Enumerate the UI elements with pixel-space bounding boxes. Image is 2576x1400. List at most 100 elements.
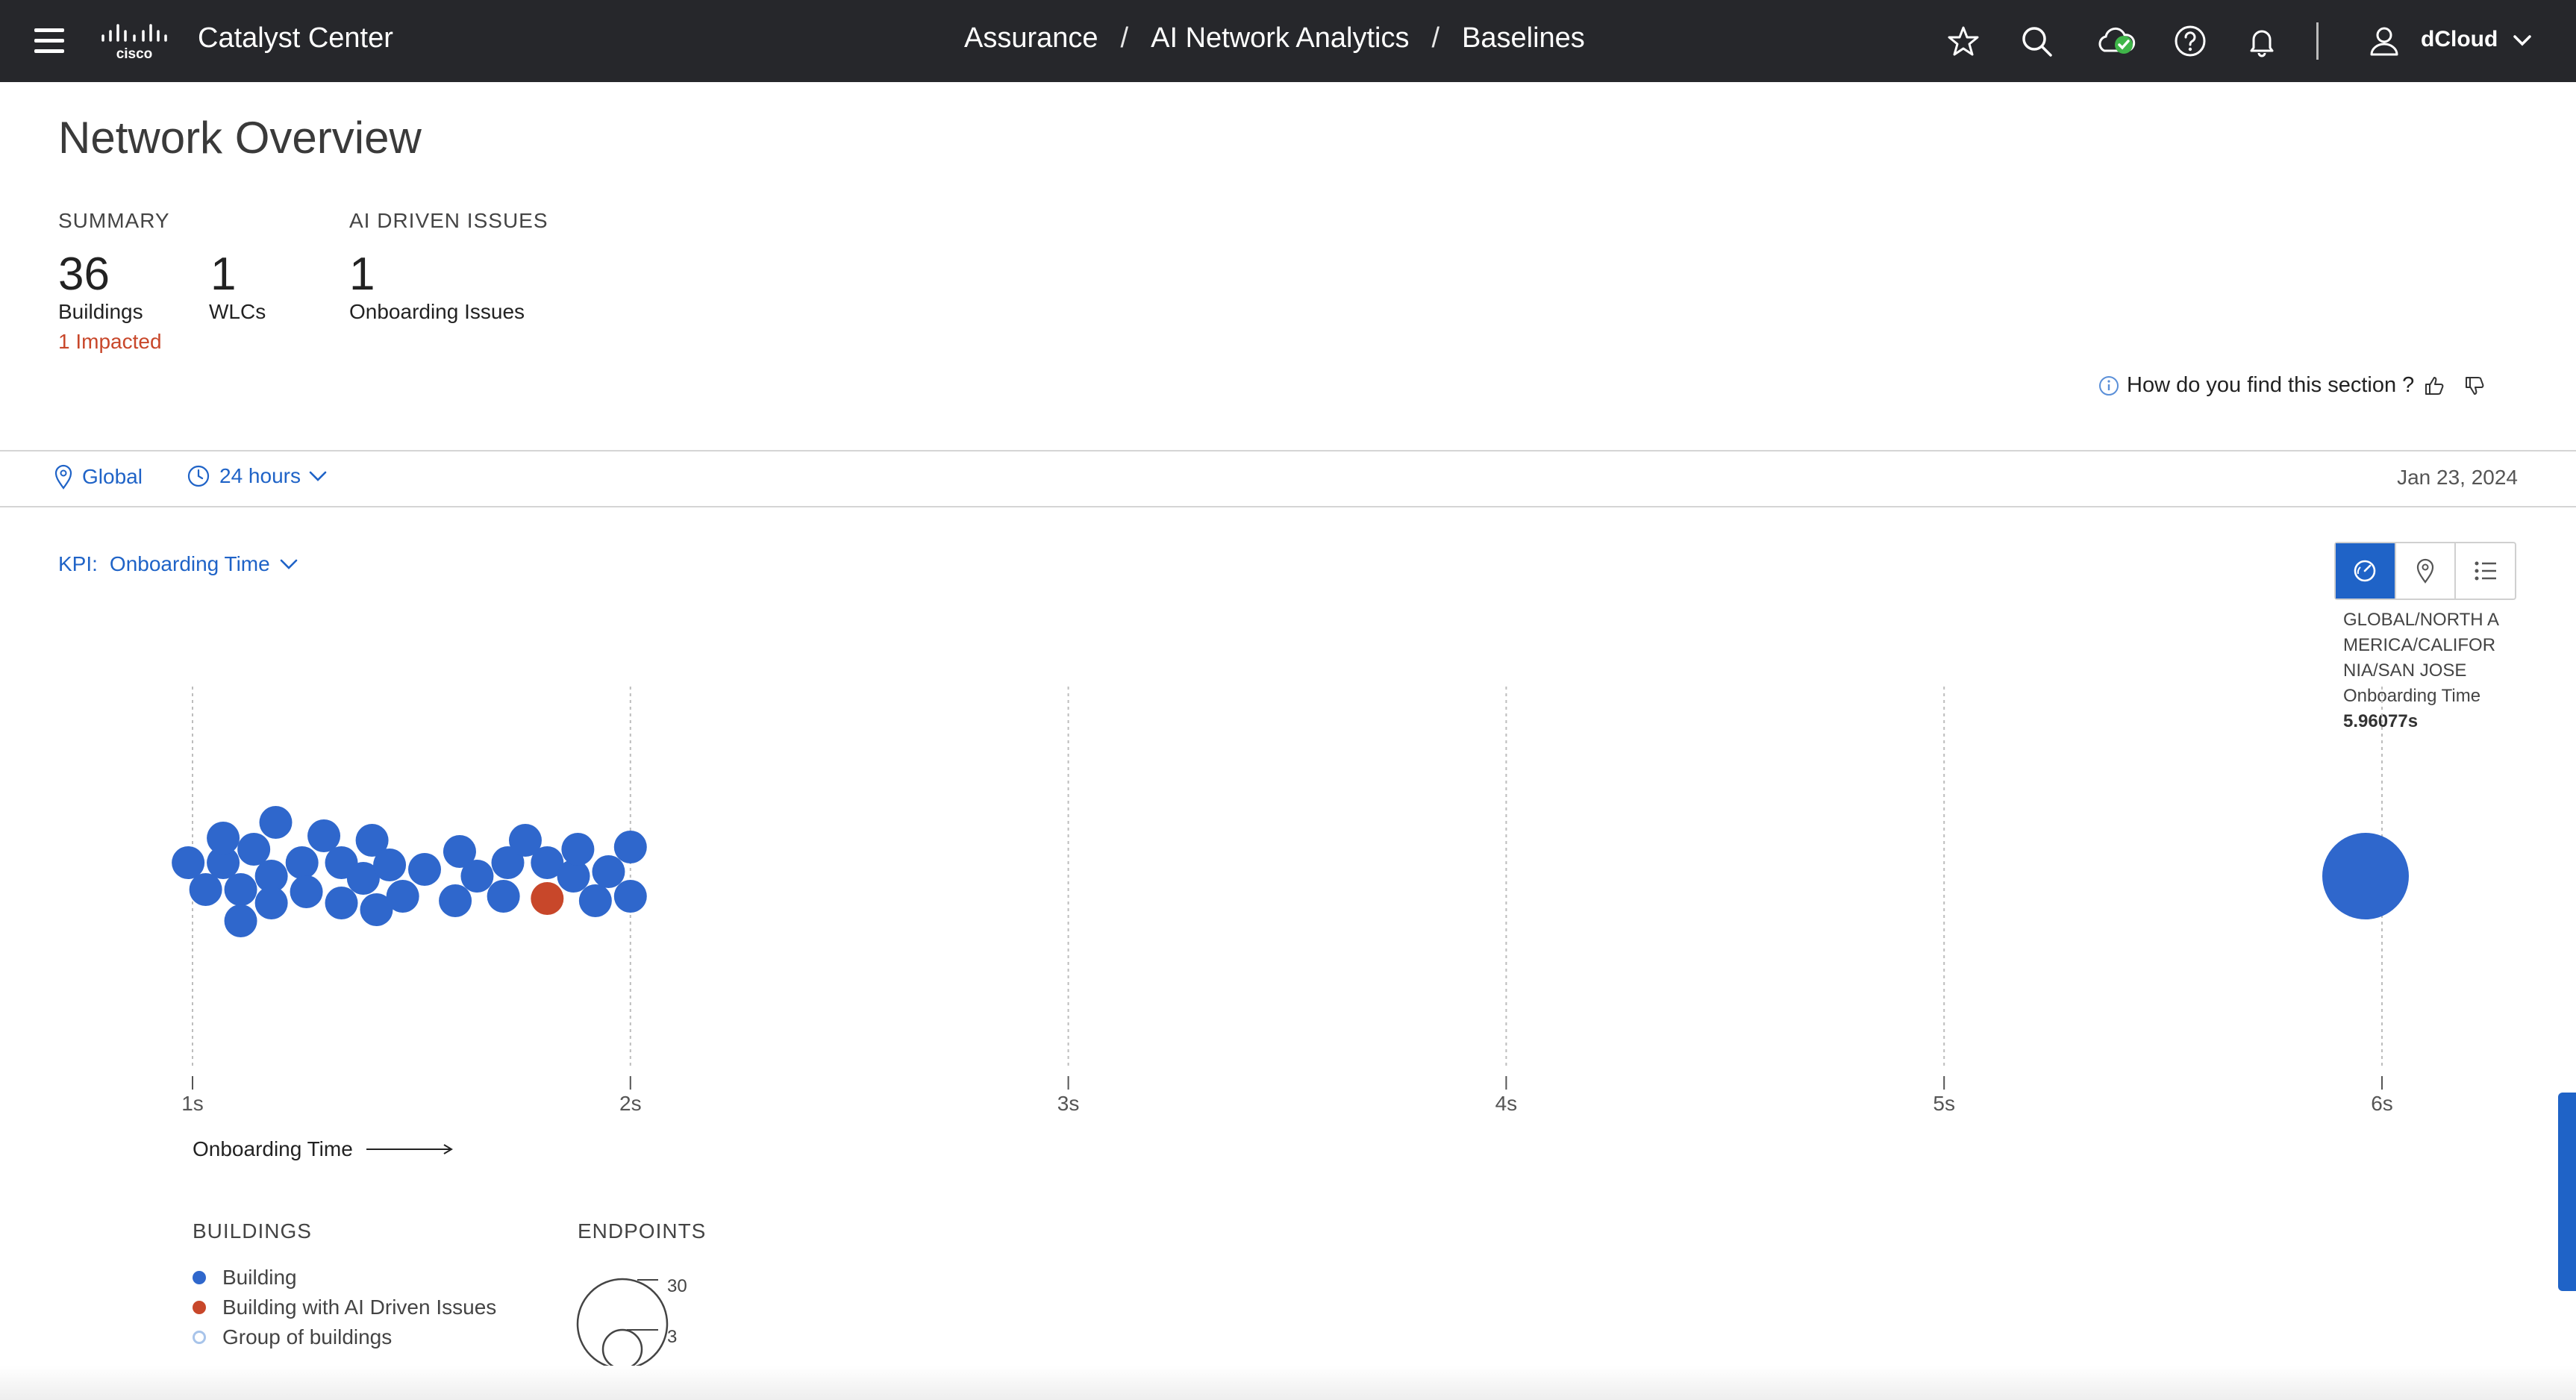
legend-dot (193, 1271, 206, 1284)
legend-dot (193, 1331, 206, 1344)
toolbar-divider (2316, 22, 2319, 60)
building-point[interactable] (408, 853, 442, 886)
x-tick-label: 4s (1495, 1092, 1518, 1115)
kpi-selector[interactable]: KPI: Onboarding Time (58, 552, 298, 576)
breadcrumb-assurance[interactable]: Assurance (964, 22, 1098, 54)
building-point[interactable] (259, 806, 293, 839)
building-point[interactable] (172, 846, 205, 879)
x-tick-label: 2s (619, 1092, 642, 1115)
buildings-label: Buildings (58, 300, 143, 323)
view-toggle (2334, 542, 2516, 600)
building-point[interactable] (285, 846, 319, 879)
list-view-button[interactable] (2456, 543, 2515, 599)
time-range-filter[interactable]: 24 hours (187, 464, 328, 488)
section-divider (0, 450, 2576, 451)
building-point[interactable] (613, 831, 647, 863)
wlcs-label: WLCs (209, 300, 266, 323)
help-icon[interactable] (2173, 24, 2207, 58)
legend-item-group-of-buildings: Group of buildings (193, 1325, 392, 1349)
selected-building-bubble[interactable] (2322, 833, 2409, 919)
location-pin-icon (2416, 558, 2434, 584)
selected-date: Jan 23, 2024 (2397, 466, 2518, 489)
building-point[interactable] (487, 880, 520, 913)
wlcs-count[interactable]: 1 (210, 248, 236, 301)
star-icon[interactable] (1946, 24, 1981, 58)
breadcrumb-baselines: Baselines (1462, 22, 1585, 54)
x-axis-title: Onboarding Time (193, 1137, 353, 1160)
building-point[interactable] (439, 884, 472, 917)
endpoints-size-legend (576, 1278, 669, 1370)
chevron-down-icon[interactable] (2512, 33, 2533, 48)
cloud-check-icon[interactable] (2095, 24, 2137, 58)
building-point[interactable] (237, 833, 271, 866)
x-axis-caption: Onboarding Time (193, 1137, 454, 1161)
building-issue-point[interactable] (531, 882, 564, 915)
building-point[interactable] (307, 819, 341, 852)
info-icon (2099, 375, 2119, 396)
user-icon[interactable] (2367, 24, 2401, 58)
kpi-label: KPI: (58, 552, 98, 575)
building-point[interactable] (386, 880, 419, 913)
time-range-label: 24 hours (219, 464, 301, 487)
thumbs-up-icon[interactable] (2423, 375, 2445, 397)
building-point[interactable] (373, 849, 407, 881)
building-point[interactable] (189, 873, 222, 906)
svg-text:cisco: cisco (116, 46, 153, 62)
feedback-question: How do you find this section ? (2127, 373, 2415, 397)
legend-label: Building (222, 1266, 297, 1289)
breadcrumb: Assurance / AI Network Analytics / Baselines (964, 22, 1585, 54)
building-point[interactable] (578, 884, 612, 917)
chart-view-button[interactable] (2336, 543, 2396, 599)
kpi-value: Onboarding Time (109, 552, 270, 575)
ai-issues-heading: AI DRIVEN ISSUES (349, 209, 548, 232)
onboarding-time-chart: 1s 2s 3s 4s 5s 6s (172, 687, 2409, 1115)
thumbs-down-icon[interactable] (2463, 375, 2486, 397)
building-point[interactable] (254, 887, 288, 919)
page-bottom-edge (0, 1366, 2576, 1400)
summary-heading: SUMMARY (58, 209, 170, 232)
endpoints-max-label: 30 (667, 1276, 687, 1296)
building-point[interactable] (224, 904, 257, 937)
top-navigation-bar: cisco Catalyst Center Assurance / AI Netwo… (0, 0, 2576, 82)
feedback-prompt: How do you find this section ? (2098, 373, 2493, 398)
side-panel-tab[interactable] (2558, 1093, 2576, 1291)
x-tick-label: 3s (1057, 1092, 1080, 1115)
building-point[interactable] (224, 873, 257, 906)
bell-icon[interactable] (2245, 24, 2279, 58)
x-tick-label: 6s (2371, 1092, 2393, 1115)
onboarding-issues-count[interactable]: 1 (349, 248, 375, 301)
breadcrumb-separator: / (1120, 22, 1129, 54)
breadcrumb-ai-network-analytics[interactable]: AI Network Analytics (1151, 22, 1409, 54)
breadcrumb-separator: / (1431, 22, 1440, 54)
buildings-impacted-link[interactable]: 1 Impacted (58, 330, 162, 354)
onboarding-issues-label: Onboarding Issues (349, 300, 525, 323)
map-view-button[interactable] (2396, 543, 2457, 599)
location-pin-icon (54, 464, 72, 490)
legend-item-building-ai-issues: Building with AI Driven Issues (193, 1296, 496, 1319)
chevron-down-icon (280, 559, 298, 569)
page-title: Network Overview (58, 113, 422, 163)
chevron-down-icon (309, 471, 327, 481)
endpoints-min-label: 3 (667, 1327, 678, 1347)
building-point[interactable] (592, 855, 625, 888)
filter-divider (0, 506, 2576, 507)
legend-dot (193, 1301, 206, 1314)
buildings-legend-heading: BUILDINGS (193, 1219, 312, 1243)
user-menu-name[interactable]: dCloud (2421, 27, 2498, 52)
cisco-logo: cisco (101, 24, 167, 62)
building-point[interactable] (207, 822, 240, 854)
legend-item-building: Building (193, 1266, 297, 1290)
building-point[interactable] (460, 860, 494, 893)
location-filter[interactable]: Global (54, 464, 143, 490)
building-point[interactable] (561, 833, 595, 866)
app-title[interactable]: Catalyst Center (198, 22, 393, 54)
search-icon[interactable] (2019, 24, 2054, 58)
endpoints-legend-heading: ENDPOINTS (578, 1219, 707, 1243)
menu-icon[interactable] (34, 28, 64, 54)
location-filter-label: Global (82, 465, 143, 488)
buildings-count[interactable]: 36 (58, 248, 110, 301)
building-point[interactable] (290, 875, 323, 908)
legend-label: Group of buildings (222, 1325, 393, 1349)
building-point[interactable] (325, 887, 358, 919)
building-point[interactable] (613, 880, 647, 913)
